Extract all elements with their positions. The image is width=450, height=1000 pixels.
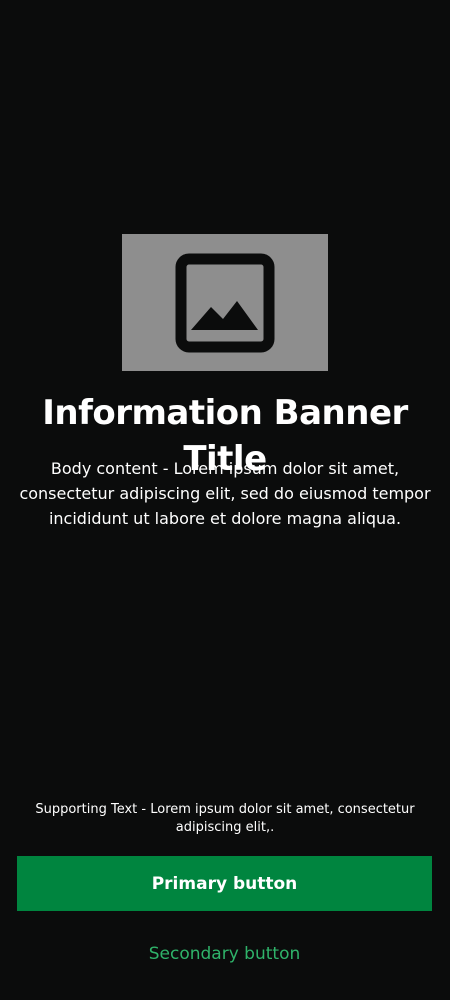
- image-placeholder-icon: [175, 253, 275, 352]
- primary-button[interactable]: Primary button: [17, 856, 432, 911]
- banner-image-placeholder: [122, 234, 328, 371]
- secondary-button[interactable]: Secondary button: [17, 933, 432, 975]
- banner-body-text: Body content - Lorem ipsum dolor sit ame…: [19, 459, 431, 528]
- supporting-text: Supporting Text - Lorem ipsum dolor sit …: [35, 802, 415, 835]
